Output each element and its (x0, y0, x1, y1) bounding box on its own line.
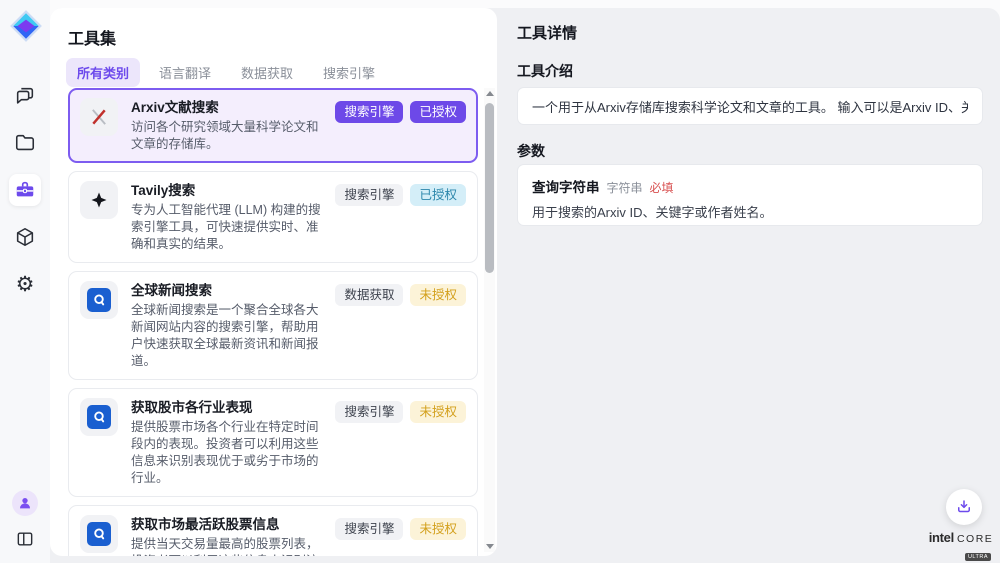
intro-text: 一个用于从Arxiv存储库搜索科学论文和文章的工具。 输入可以是Arxiv ID… (532, 97, 968, 116)
auth-status-badge: 未授权 (410, 401, 466, 423)
tool-title: Arxiv文献搜索 (131, 98, 322, 118)
person-icon (17, 495, 33, 511)
category-tabs: 所有类别 语言翻译 数据获取 搜索引擎 (66, 58, 386, 87)
card-badges: 搜索引擎 未授权 (335, 398, 466, 487)
tool-description: 提供当天交易量最高的股票列表，投资者可以利用这些信息来识别流动性强的股票和潜在的… (131, 536, 322, 556)
tab-search-engine[interactable]: 搜索引擎 (312, 58, 386, 87)
category-badge: 搜索引擎 (335, 184, 403, 206)
card-content: Arxiv文献搜索 访问各个研究领域大量科学论文和文章的存储库。 (131, 98, 322, 153)
tool-description: 提供股票市场各个行业在特定时间段内的表现。投资者可以利用这些信息来识别表现优于或… (131, 419, 322, 487)
gem-logo-icon (8, 8, 44, 44)
cube-icon (14, 226, 36, 248)
tool-title: 获取股市各行业表现 (131, 398, 322, 418)
tool-icon-wrap (80, 515, 118, 553)
chat-icon (14, 85, 36, 107)
blue-search-icon (87, 288, 111, 312)
gear-icon: ⚙ (16, 274, 35, 295)
intro-box: 一个用于从Arxiv存储库搜索科学论文和文章的工具。 输入可以是Arxiv ID… (517, 87, 983, 125)
tool-card-list: Arxiv文献搜索 访问各个研究领域大量科学论文和文章的存储库。 搜索引擎 已授… (68, 88, 478, 556)
param-type: 字符串 (607, 179, 643, 196)
card-content: 获取股市各行业表现 提供股票市场各个行业在特定时间段内的表现。投资者可以利用这些… (131, 398, 322, 487)
download-button[interactable] (946, 489, 982, 525)
blue-search-icon (87, 405, 111, 429)
download-icon (955, 498, 973, 516)
blue-search-icon (87, 522, 111, 546)
list-scrollbar[interactable] (484, 88, 495, 552)
panel-toggle-button[interactable] (11, 525, 39, 553)
category-badge: 搜索引擎 (335, 518, 403, 540)
intel-core-logo: intel CORE ULTRA (928, 530, 994, 563)
card-badges: 搜索引擎 已授权 (335, 181, 466, 253)
scroll-down-arrow-icon[interactable] (486, 544, 494, 549)
sparkle-icon (80, 181, 118, 219)
auth-status-badge: 未授权 (410, 518, 466, 540)
tab-data-fetch[interactable]: 数据获取 (230, 58, 304, 87)
tool-card-arxiv[interactable]: Arxiv文献搜索 访问各个研究领域大量科学论文和文章的存储库。 搜索引擎 已授… (68, 88, 478, 163)
params-heading: 参数 (517, 141, 545, 161)
tool-icon-wrap (80, 281, 118, 319)
panel-toggle-icon (15, 529, 35, 549)
auth-status-badge: 已授权 (410, 184, 466, 206)
category-badge: 数据获取 (335, 284, 403, 306)
tool-description: 访问各个研究领域大量科学论文和文章的存储库。 (131, 119, 322, 153)
details-title: 工具详情 (517, 22, 577, 43)
category-badge: 搜索引擎 (335, 401, 403, 423)
tool-description: 专为人工智能代理 (LLM) 构建的搜索引擎工具，可快速提供实时、准确和真实的结… (131, 202, 322, 253)
tool-card-sector-performance[interactable]: 获取股市各行业表现 提供股票市场各个行业在特定时间段内的表现。投资者可以利用这些… (68, 388, 478, 497)
category-badge: 搜索引擎 (335, 101, 403, 123)
tab-translation[interactable]: 语言翻译 (148, 58, 222, 87)
tool-card-global-news[interactable]: 全球新闻搜索 全球新闻搜索是一个聚合全球各大新闻网站内容的搜索引擎，帮助用户快速… (68, 271, 478, 380)
tool-description: 全球新闻搜索是一个聚合全球各大新闻网站内容的搜索引擎，帮助用户快速获取全球最新资… (131, 302, 322, 370)
intro-heading: 工具介绍 (517, 61, 573, 81)
toolbox-icon (14, 179, 36, 201)
auth-status-badge: 已授权 (410, 101, 466, 123)
tool-title: Tavily搜索 (131, 181, 322, 201)
tool-icon-wrap (80, 398, 118, 436)
param-description: 用于搜索的Arxiv ID、关键字或作者姓名。 (532, 202, 968, 221)
icon-rail: ⚙ (0, 0, 50, 563)
card-content: Tavily搜索 专为人工智能代理 (LLM) 构建的搜索引擎工具，可快速提供实… (131, 181, 322, 253)
param-box: 查询字符串 字符串 必填 用于搜索的Arxiv ID、关键字或作者姓名。 (517, 164, 983, 226)
sidebar-item-packages[interactable] (9, 221, 41, 253)
tools-panel: 工具集 所有类别 语言翻译 数据获取 搜索引擎 Arxiv文献搜索 访问各个研究… (50, 8, 497, 556)
arxiv-x-icon (80, 98, 118, 136)
page-title: 工具集 (68, 25, 116, 49)
tool-card-tavily[interactable]: Tavily搜索 专为人工智能代理 (LLM) 构建的搜索引擎工具，可快速提供实… (68, 171, 478, 263)
tab-all-categories[interactable]: 所有类别 (66, 58, 140, 87)
card-badges: 搜索引擎 已授权 (335, 98, 466, 153)
sidebar-item-chat[interactable] (9, 80, 41, 112)
scroll-up-arrow-icon[interactable] (486, 91, 494, 96)
sidebar-item-settings[interactable]: ⚙ (9, 268, 41, 300)
card-badges: 搜索引擎 未授权 (335, 515, 466, 556)
brand-intel-text: intel (929, 530, 954, 545)
auth-status-badge: 未授权 (410, 284, 466, 306)
param-name: 查询字符串 (532, 176, 600, 196)
tool-card-active-stocks[interactable]: 获取市场最活跃股票信息 提供当天交易量最高的股票列表，投资者可以利用这些信息来识… (68, 505, 478, 556)
tool-title: 获取市场最活跃股票信息 (131, 515, 322, 535)
user-avatar[interactable] (12, 490, 38, 516)
brand-core-text: CORE (957, 533, 993, 545)
param-header-row: 查询字符串 字符串 必填 (532, 176, 968, 196)
tool-title: 全球新闻搜索 (131, 281, 322, 301)
scrollbar-thumb[interactable] (485, 103, 494, 273)
param-required-flag: 必填 (650, 179, 674, 196)
brand-ultra-badge: ULTRA (965, 553, 991, 561)
card-content: 获取市场最活跃股票信息 提供当天交易量最高的股票列表，投资者可以利用这些信息来识… (131, 515, 322, 556)
app-logo (8, 8, 44, 44)
sidebar-item-tools[interactable] (9, 174, 41, 206)
card-content: 全球新闻搜索 全球新闻搜索是一个聚合全球各大新闻网站内容的搜索引擎，帮助用户快速… (131, 281, 322, 370)
app-window: ⚙ 工具集 所有类别 语言翻译 数据获取 (0, 0, 1000, 563)
card-badges: 数据获取 未授权 (335, 281, 466, 370)
folder-icon (14, 132, 36, 154)
sidebar-item-files[interactable] (9, 127, 41, 159)
